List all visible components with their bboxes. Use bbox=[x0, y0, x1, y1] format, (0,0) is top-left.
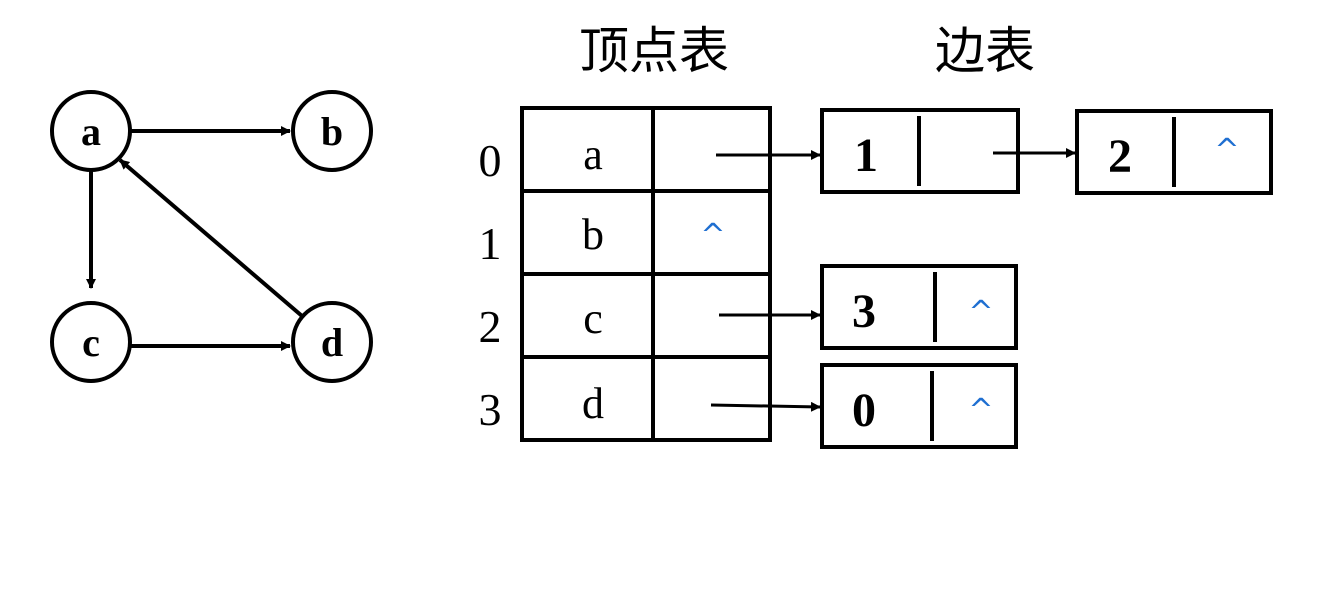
node-label-b: b bbox=[321, 109, 343, 154]
edge-d-a bbox=[118, 158, 304, 318]
edge-adj-value: 3 bbox=[852, 285, 876, 338]
row-index-1: 1 bbox=[479, 218, 502, 269]
vertex-cell-b: b bbox=[582, 210, 604, 259]
edge-node-row0-2: 2 ^ bbox=[1075, 109, 1273, 195]
vertex-cell-c: c bbox=[583, 294, 603, 343]
null-pointer: ^ bbox=[968, 295, 993, 330]
edge-node-row0-1: 1 bbox=[820, 108, 1020, 194]
row-index-3: 3 bbox=[479, 384, 502, 435]
edge-adj-value: 0 bbox=[852, 384, 876, 437]
graph-node-a: a bbox=[50, 90, 132, 172]
edge-node-row3-0: 0 ^ bbox=[820, 363, 1018, 449]
graph-node-b: b bbox=[291, 90, 373, 172]
row-index-0: 0 bbox=[479, 135, 502, 186]
graph-node-d: d bbox=[291, 301, 373, 383]
vertex-table-header: 顶点表 bbox=[579, 22, 729, 80]
null-pointer: ^ bbox=[1214, 133, 1239, 168]
adjacency-list-diagram: 顶点表 边表 a b c d 0 1 2 3 a b c d ^ 1 2 ^ 3… bbox=[50, 22, 1273, 449]
edge-table-header: 边表 bbox=[935, 22, 1035, 80]
pointer-arrow-d bbox=[710, 401, 821, 412]
edge-node-row2-3: 3 ^ bbox=[820, 264, 1018, 350]
vertex-cell-a: a bbox=[583, 130, 603, 179]
node-label-c: c bbox=[82, 320, 100, 365]
edge-adj-value: 2 bbox=[1108, 130, 1132, 183]
graph-node-c: c bbox=[50, 301, 132, 383]
null-pointer-b: ^ bbox=[700, 218, 725, 253]
edge-adj-value: 1 bbox=[854, 129, 878, 182]
vertex-table bbox=[520, 106, 772, 442]
graph-edges bbox=[86, 126, 304, 351]
row-index-2: 2 bbox=[479, 301, 502, 352]
null-pointer: ^ bbox=[968, 393, 993, 428]
node-label-a: a bbox=[81, 109, 101, 154]
node-label-d: d bbox=[321, 320, 343, 365]
vertex-cell-d: d bbox=[582, 379, 604, 428]
